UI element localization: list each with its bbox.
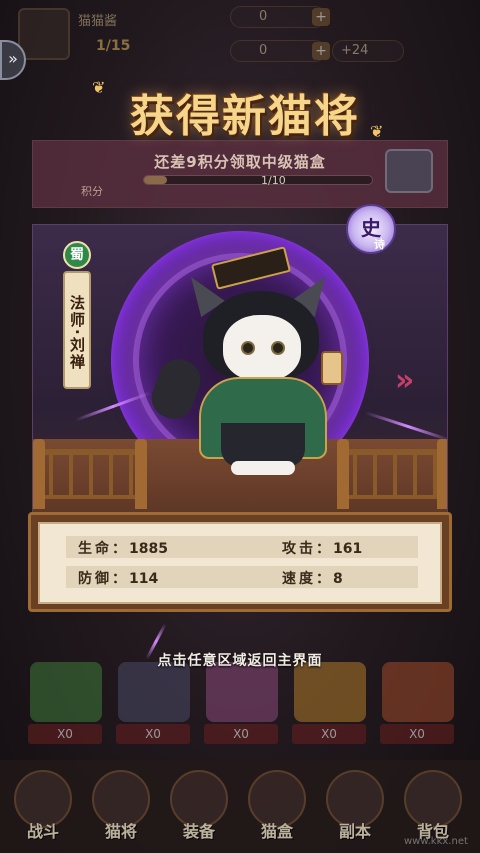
nav-dungeon[interactable]: 副本: [320, 770, 390, 850]
stat-hp: 生命：1885: [78, 538, 168, 558]
nav-equipment[interactable]: 装备: [164, 770, 234, 850]
railing-post: [437, 439, 447, 509]
watermark: www.kkx.net: [404, 836, 468, 847]
stage-railing-left: [33, 449, 145, 499]
stats-panel: 生命：1885 攻击：161 防御：114 速度：8: [38, 522, 442, 604]
coin-value: 0: [259, 9, 268, 24]
chest-count: X0: [28, 724, 102, 744]
stat-label: 防御：: [78, 571, 129, 587]
chest-icon[interactable]: [294, 662, 366, 722]
gem-value: 0: [259, 43, 268, 58]
charm-icon: [321, 351, 343, 385]
rarity-sub-label: 诗: [374, 238, 385, 251]
player-name: 猫猫酱: [78, 14, 118, 29]
add-gem-button[interactable]: +: [312, 42, 330, 60]
rarity-badge: 史: [346, 204, 396, 254]
top-bar: 猫猫酱 1/15 0 + 0 + +24: [0, 0, 480, 70]
next-chevron-icon: »: [395, 363, 415, 398]
stat-label: 速度：: [282, 571, 333, 587]
stat-label: 攻击：: [282, 541, 333, 557]
return-hint: 点击任意区域返回主界面: [157, 653, 323, 669]
energy-value: +24: [341, 43, 369, 58]
chest-icon[interactable]: [118, 662, 190, 722]
chest-icon[interactable]: [382, 662, 454, 722]
railing-post: [33, 439, 45, 509]
stat-value: 161: [333, 541, 363, 557]
cat-face: [223, 315, 301, 381]
nav-label: 猫盒: [260, 822, 293, 841]
character-name: 法师·刘禅: [63, 271, 91, 389]
nav-battle[interactable]: 战斗: [8, 770, 78, 850]
cat-general-portrait: [146, 246, 353, 485]
nav-cat-generals[interactable]: 猫将: [86, 770, 156, 850]
points-label: 积分: [81, 185, 103, 198]
stat-defense: 防御：114: [78, 568, 158, 588]
chest-row: X0 X0 X0 X0 X0: [0, 662, 480, 752]
box-progress-fill: [144, 176, 167, 184]
add-coin-button[interactable]: +: [312, 8, 330, 26]
chest-count: X0: [292, 724, 366, 744]
railing-post: [135, 439, 147, 509]
avatar[interactable]: [18, 8, 70, 60]
energy-counter: +24: [332, 40, 404, 62]
cat-feet: [231, 461, 295, 475]
nav-label: 副本: [338, 822, 371, 841]
cat-eye: [271, 341, 285, 355]
stat-speed: 速度：8: [282, 568, 343, 588]
chest-count: X0: [380, 724, 454, 744]
chest-icon[interactable]: [206, 662, 278, 722]
nav-label: 战斗: [26, 822, 59, 841]
box-progress-bar: [143, 175, 373, 185]
box-progress-panel: 还差9积分领取中级猫盒 积分 1/10: [32, 140, 448, 208]
chest-count: X0: [116, 724, 190, 744]
stat-value: 114: [129, 571, 159, 587]
cat-eye: [241, 341, 255, 355]
player-level: 1/15: [96, 38, 131, 54]
banner-title: 获得新猫将: [130, 91, 360, 142]
stage-railing-right: [337, 449, 447, 499]
character-card: « » 蜀 法师·刘禅: [32, 224, 448, 524]
chest-icon[interactable]: [30, 662, 102, 722]
nav-cat-box[interactable]: 猫盒: [242, 770, 312, 850]
nav-label: 猫将: [104, 822, 137, 841]
butterfly-icon: ❦: [370, 122, 384, 141]
light-streak: [364, 411, 447, 442]
faction-badge: 蜀: [63, 241, 91, 269]
stat-label: 生命：: [78, 541, 129, 557]
stat-value: 1885: [129, 541, 168, 557]
stat-attack: 攻击：161: [282, 538, 362, 558]
stat-value: 8: [333, 571, 343, 587]
nav-label: 装备: [182, 822, 215, 841]
reward-banner: ❦ 获得新猫将 ❦: [92, 74, 390, 144]
box-progress-text: 1/10: [261, 174, 286, 187]
chest-count: X0: [204, 724, 278, 744]
chest-icon[interactable]: [385, 149, 433, 193]
